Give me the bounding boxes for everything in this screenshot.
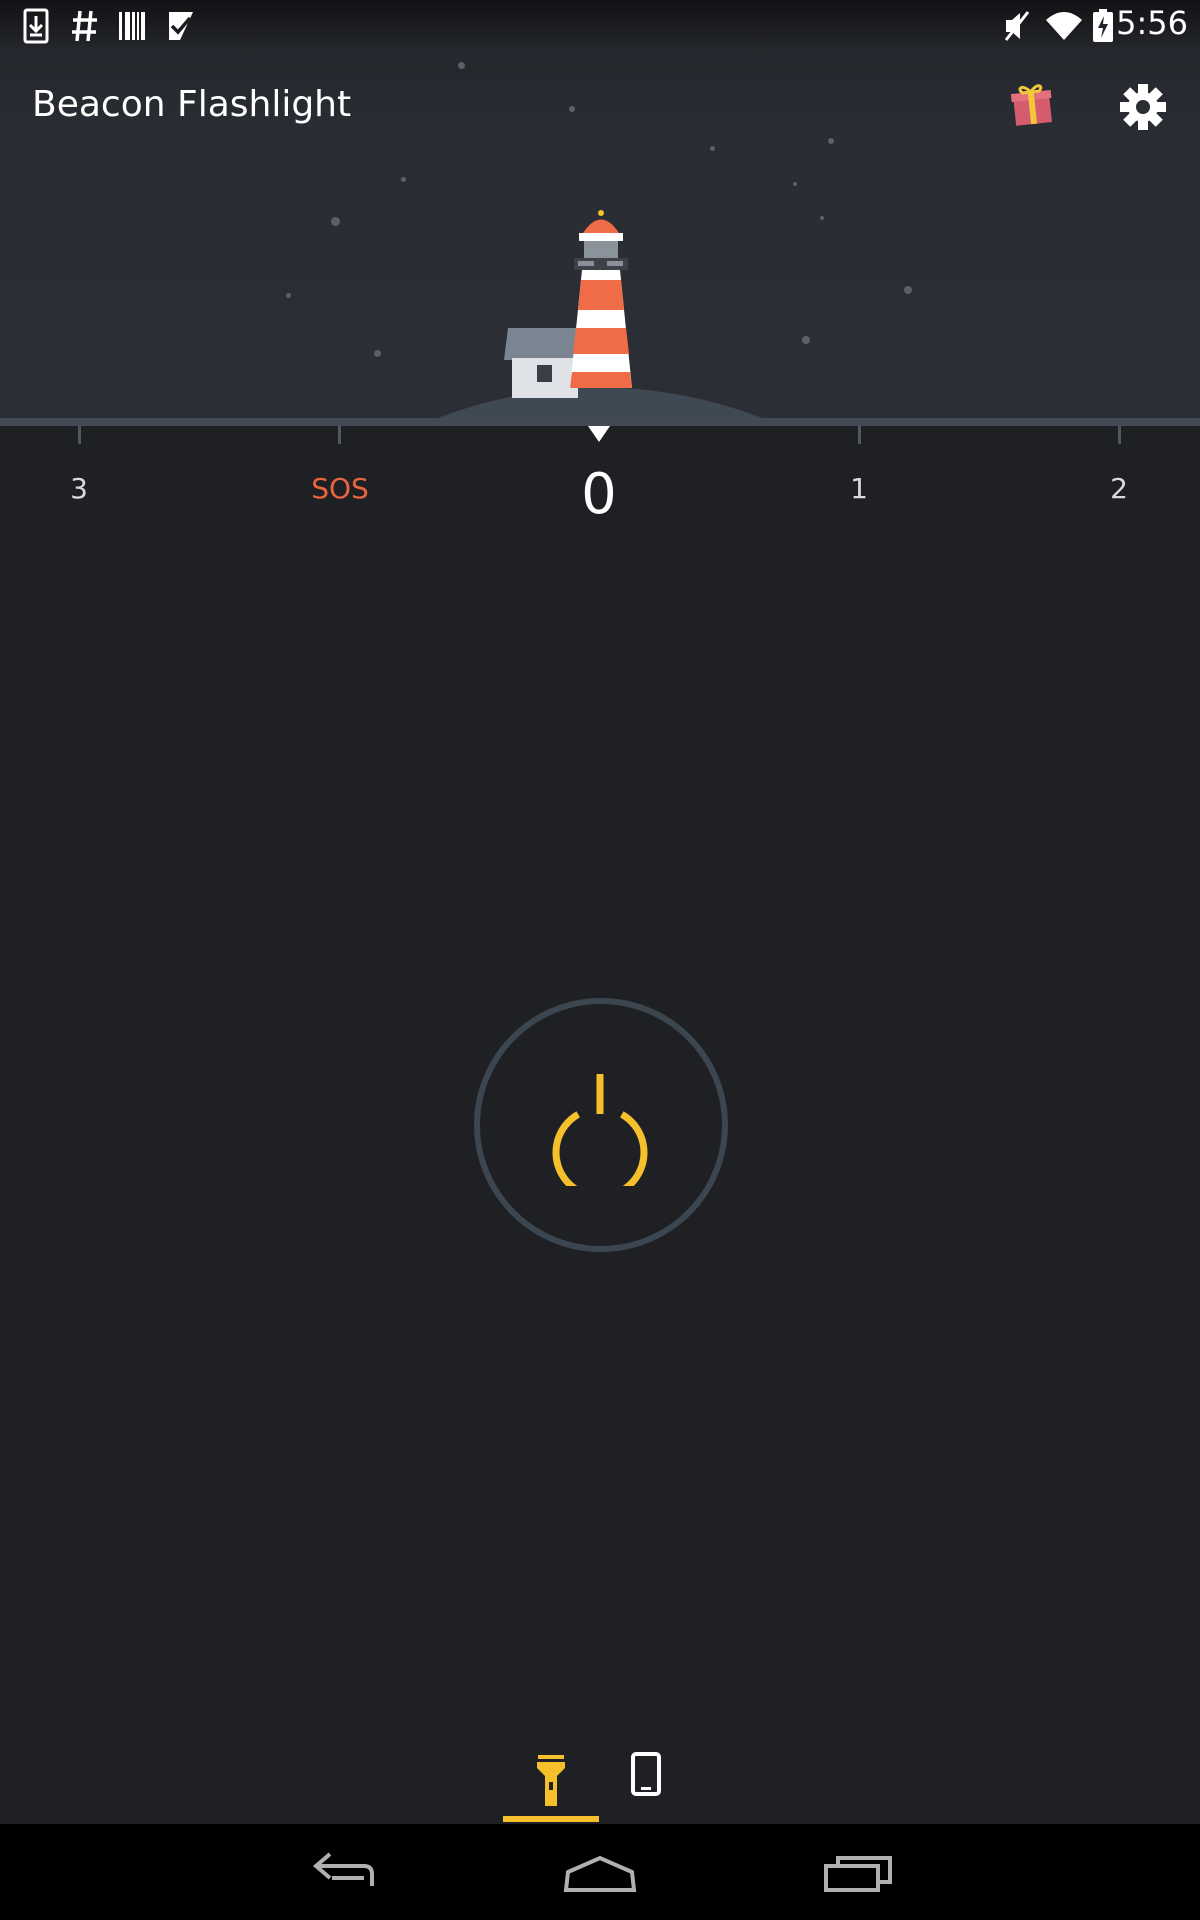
gift-icon[interactable] [1010,80,1054,128]
star [793,182,797,186]
navigation-bar [0,1824,1200,1920]
back-icon[interactable] [308,1844,388,1900]
battery-charging-icon [1093,9,1113,42]
mode-selector-track[interactable] [0,418,1200,426]
selector-pointer-icon [588,426,610,442]
home-icon[interactable] [560,1844,640,1900]
mode-option-2[interactable]: 2 [1110,472,1128,505]
recents-icon[interactable] [820,1844,900,1900]
hashtag-icon [72,10,97,42]
app-title: Beacon Flashlight [32,84,352,125]
tab-screen-light[interactable] [600,1740,696,1824]
star [828,138,834,144]
settings-icon[interactable] [1118,82,1168,132]
checkmark-icon [169,12,193,40]
mode-option-1[interactable]: 1 [850,472,868,505]
wifi-icon [1046,12,1082,40]
mode-option-3[interactable]: 3 [70,472,88,505]
status-time: 5:56 [1116,4,1188,42]
tick-mark [78,426,81,444]
tick-mark [1118,426,1121,444]
star [458,62,465,69]
mode-option-sos[interactable]: SOS [311,472,369,505]
tab-flashlight[interactable] [503,1740,599,1824]
lighthouse-illustration [420,210,780,425]
star [401,177,406,182]
mode-current-value[interactable]: 0 [581,462,617,527]
tick-mark [858,426,861,444]
mute-icon [1004,11,1030,41]
barcode-icon [119,12,145,40]
selected-tab-indicator [503,1816,599,1822]
power-icon [552,1074,648,1186]
tick-mark [338,426,341,444]
download-icon [23,8,49,44]
flashlight-icon [537,1755,565,1806]
star [710,146,715,151]
star [569,106,575,112]
phone-screen-icon [631,1752,661,1796]
